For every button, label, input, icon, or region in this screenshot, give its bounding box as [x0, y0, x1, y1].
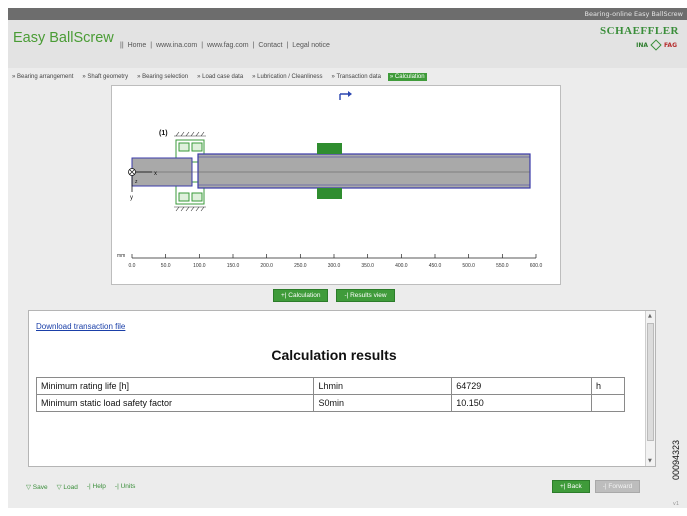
result-name: Minimum static load safety factor: [35, 394, 315, 412]
help-button[interactable]: -| Help: [87, 483, 106, 491]
scale-tick-label: 450.0: [429, 263, 442, 269]
scale-ticks: 0.0 50.0 100.0 150.0 200.0 250.0 300.0 350.0 400…: [129, 254, 543, 269]
header-links: || Home | www.ina.com | www.fag.com | Co…: [120, 42, 332, 49]
top-bar-text: Bearing-online Easy BallScrew: [584, 10, 683, 18]
shaft-diagram-svg: (1) x y z mm 0.0 50.0 100.0 150.0 200.0 …: [117, 91, 543, 269]
header-separator: |: [201, 42, 204, 49]
image-id-text: 00094323: [671, 439, 681, 481]
contact-link[interactable]: Contact: [258, 42, 282, 49]
scale-unit: mm: [117, 253, 125, 259]
top-bar: Bearing-online Easy BallScrew: [8, 8, 687, 20]
result-unit: h: [591, 377, 625, 395]
results-panel: Download transaction file Calculation re…: [28, 310, 656, 467]
hatch-bottom-icon: [174, 206, 206, 212]
save-button[interactable]: ▽ Save: [26, 483, 48, 491]
calculation-button[interactable]: +| Calculation: [273, 289, 329, 302]
scale-tick-label: 500.0: [462, 263, 475, 269]
axis-label-x: x: [154, 171, 157, 177]
step-load-case-data[interactable]: » Load case data: [195, 73, 245, 81]
scale-tick-label: 550.0: [496, 263, 509, 269]
ina-link[interactable]: www.ina.com: [156, 42, 197, 49]
legal-notice-link[interactable]: Legal notice: [292, 42, 330, 49]
step-transaction-data[interactable]: » Transaction data: [330, 73, 383, 81]
shaft-body: [197, 153, 531, 189]
results-title: Calculation results: [271, 347, 397, 363]
image-id: 00094323: [671, 428, 681, 498]
diagram-actions: +| Calculation -| Results view: [273, 289, 395, 302]
nut-top: [317, 143, 342, 154]
step-calculation[interactable]: » Calculation: [387, 73, 427, 81]
scale-tick-label: 250.0: [294, 263, 307, 269]
direction-arrow-icon: [339, 93, 349, 100]
scale-tick-label: 400.0: [395, 263, 408, 269]
app-window: Bearing-online Easy BallScrew Easy BallS…: [8, 8, 687, 508]
fag-logo: FAG: [664, 41, 677, 49]
result-value: 64729: [451, 377, 593, 395]
result-value: 10.150: [451, 394, 593, 412]
scale-tick-label: 50.0: [161, 263, 171, 269]
back-button[interactable]: +| Back: [552, 480, 590, 493]
footer: ▽ Save ▽ Load -| Help -| Units +| Back -…: [8, 472, 687, 507]
scale-tick-label: 600.0: [530, 263, 543, 269]
brand-logos: INA FAG: [636, 39, 677, 51]
header-separator: |: [252, 42, 255, 49]
scale-tick-label: 150.0: [227, 263, 240, 269]
scale-tick-label: 350.0: [361, 263, 374, 269]
result-unit: [591, 394, 625, 412]
header-separator: |: [286, 42, 289, 49]
result-symbol: Lhmin: [313, 377, 453, 395]
load-button[interactable]: ▽ Load: [57, 483, 78, 491]
app-title: Easy BallScrew: [13, 30, 114, 46]
header-separator: ||: [120, 42, 124, 49]
scroll-thumb[interactable]: [647, 323, 654, 441]
footer-tools: ▽ Save ▽ Load -| Help -| Units: [26, 483, 135, 491]
scroll-up-icon[interactable]: ▲: [648, 313, 652, 319]
direction-arrowhead-icon: [348, 91, 352, 97]
version-label: v1: [672, 501, 679, 507]
table-row: Minimum rating life [h] Lhmin 64729 h: [35, 377, 625, 395]
scale-tick-label: 200.0: [260, 263, 273, 269]
results-table: Minimum rating life [h] Lhmin 64729 h Mi…: [35, 377, 625, 412]
step-lubrication[interactable]: » Lubrication / Cleanliness: [250, 73, 324, 81]
header-separator: |: [150, 42, 153, 49]
table-row: Minimum static load safety factor S0min …: [35, 394, 625, 412]
scale-tick-label: 300.0: [328, 263, 341, 269]
schaeffler-logo: SCHAEFFLER: [600, 25, 679, 37]
scale-tick-label: 0.0: [129, 263, 136, 269]
home-link[interactable]: Home: [128, 42, 147, 49]
forward-button[interactable]: -| Forward: [594, 480, 641, 493]
step-bearing-arrangement[interactable]: » Bearing arrangement: [10, 73, 75, 81]
result-symbol: S0min: [313, 394, 453, 412]
ina-logo: INA: [636, 41, 649, 49]
step-navigation: » Bearing arrangement » Shaft geometry »…: [10, 70, 427, 84]
results-view-button[interactable]: -| Results view: [336, 289, 395, 302]
footer-nav: +| Back -| Forward: [552, 480, 641, 493]
result-name: Minimum rating life [h]: [35, 377, 315, 395]
bearing-label: (1): [159, 130, 168, 137]
step-shaft-geometry[interactable]: » Shaft geometry: [80, 73, 130, 81]
hatch-top-icon: [174, 131, 206, 137]
shaft-diagram: (1) x y z mm 0.0 50.0 100.0 150.0 200.0 …: [111, 85, 561, 285]
units-button[interactable]: -| Units: [115, 483, 135, 491]
step-bearing-selection[interactable]: » Bearing selection: [135, 73, 190, 81]
results-scrollbar[interactable]: ▲ ▼: [645, 311, 655, 466]
axis-label-y: y: [130, 195, 133, 201]
scroll-down-icon[interactable]: ▼: [648, 458, 652, 464]
diamond-icon: [650, 39, 662, 51]
fag-link[interactable]: www.fag.com: [207, 42, 249, 49]
download-transaction-link[interactable]: Download transaction file: [36, 322, 125, 331]
nut-bottom: [317, 188, 342, 199]
scale-tick-label: 100.0: [193, 263, 206, 269]
